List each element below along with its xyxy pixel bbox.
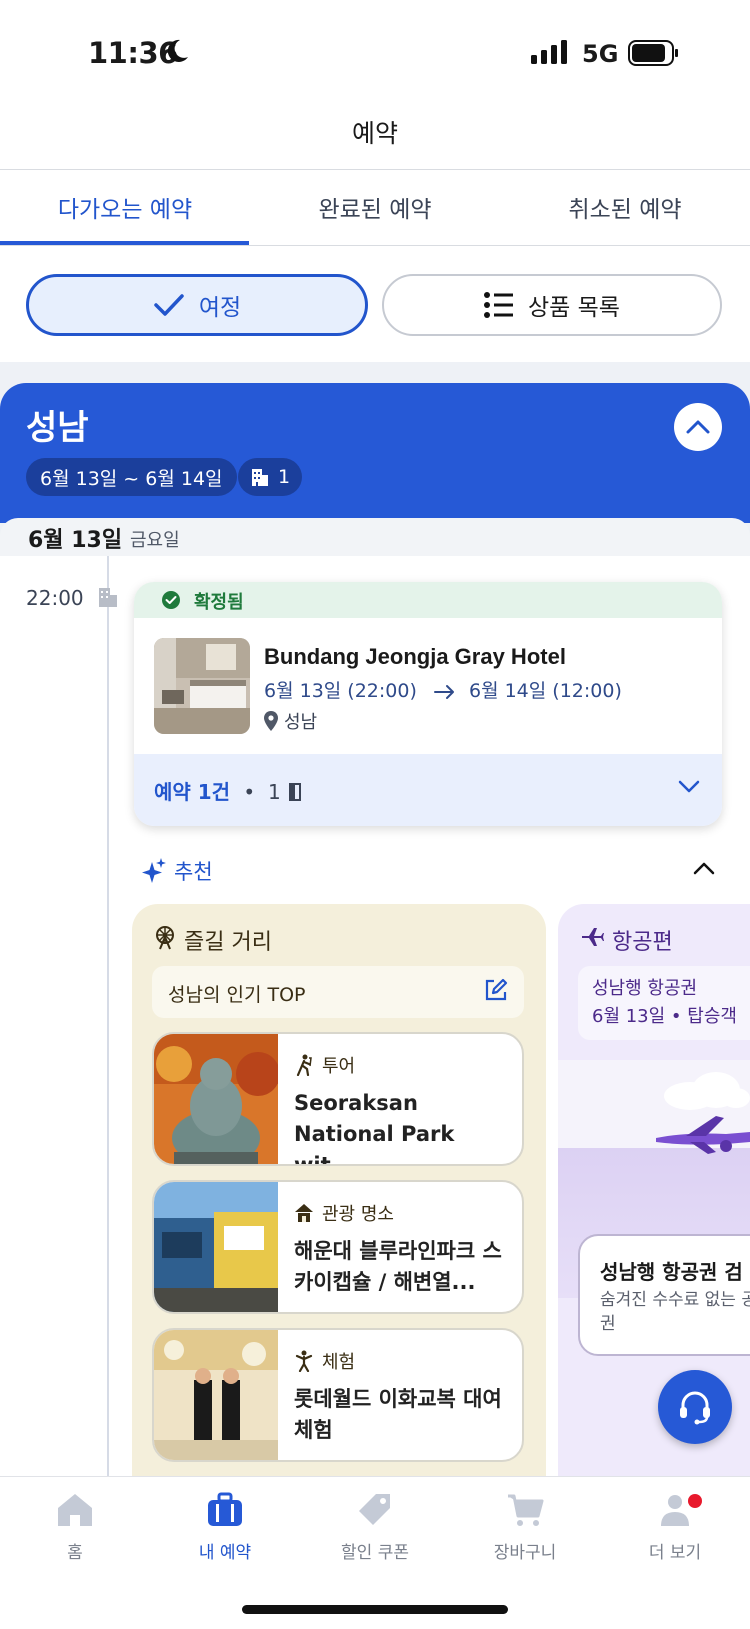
nav-label: 더 보기 xyxy=(648,1543,702,1563)
chevron-down-icon[interactable] xyxy=(677,778,701,794)
hotel-location: 성남 xyxy=(264,708,317,734)
battery-icon xyxy=(628,40,678,66)
divider xyxy=(0,169,750,170)
day-date: 6월 13일 xyxy=(28,528,123,553)
booking-card[interactable]: 확정됨 Bundang Jeongja Gray Hotel 6월 13일 (2… xyxy=(134,582,722,826)
location-pin-icon xyxy=(264,711,278,731)
suitcase-icon xyxy=(208,1492,242,1526)
hotel-count-text: 1 xyxy=(278,466,291,488)
sparkle-icon xyxy=(142,858,166,883)
notification-dot xyxy=(688,1494,702,1508)
edit-icon[interactable] xyxy=(484,978,508,1002)
activity-thumbnail xyxy=(154,1182,278,1312)
nav-my-bookings[interactable]: 내 예약 xyxy=(150,1492,300,1563)
page-title: 예약 xyxy=(351,119,398,148)
experience-icon xyxy=(295,1350,313,1372)
door-icon xyxy=(288,783,301,801)
nav-more[interactable]: 더 보기 xyxy=(600,1492,750,1563)
chevron-up-icon[interactable] xyxy=(692,860,716,876)
hotel-name: Bundang Jeongja Gray Hotel xyxy=(264,644,566,669)
trip-header-card xyxy=(0,383,750,523)
checkin-date: 6월 13일 (22:00) xyxy=(264,680,417,702)
booking-status: 확정됨 xyxy=(194,592,244,613)
nav-label: 장바구니 xyxy=(493,1543,557,1563)
airplane-icon xyxy=(582,928,604,946)
itinerary-toggle-button[interactable]: 여정 xyxy=(26,274,368,336)
activity-category: 체험 xyxy=(294,1348,355,1374)
home-indicator xyxy=(242,1605,508,1614)
headset-icon xyxy=(680,1391,710,1425)
recommend-label: 추천 xyxy=(174,860,213,884)
activity-item[interactable]: 투어 Seoraksan National Park wit... xyxy=(152,1032,524,1166)
activity-category: 투어 xyxy=(294,1052,355,1078)
check-circle-icon xyxy=(162,591,180,609)
tag-icon xyxy=(359,1494,390,1525)
product-list-label: 상품 목록 xyxy=(528,295,620,321)
hotel-thumbnail xyxy=(154,638,250,734)
status-time: 11:36 xyxy=(88,36,178,70)
nav-coupons[interactable]: 할인 쿠폰 xyxy=(300,1492,450,1563)
activity-category-label: 체험 xyxy=(322,1352,356,1373)
activity-item[interactable]: 관광 명소 해운대 블루라인파크 스카이캡슐 / 해변열... xyxy=(152,1180,524,1314)
airplane-illustration-icon xyxy=(656,1116,750,1154)
landmark-icon xyxy=(295,1204,313,1222)
cloud-icon xyxy=(664,1072,750,1110)
activities-title: 즐길 거리 xyxy=(184,930,272,955)
flight-date-passengers: 6월 13일 • 탑승객 xyxy=(592,1006,737,1027)
collapse-trip-button[interactable] xyxy=(674,403,722,451)
flight-destination: 성남행 항공권 xyxy=(592,978,698,999)
network-type: 5G xyxy=(582,40,619,68)
activity-title: 해운대 블루라인파크 스카이캡슐 / 해변열... xyxy=(294,1239,502,1294)
chevron-up-icon xyxy=(686,420,710,434)
checkmark-icon xyxy=(154,294,184,316)
customer-support-button[interactable] xyxy=(658,1370,732,1444)
itinerary-label: 여정 xyxy=(198,295,242,321)
activity-thumbnail xyxy=(154,1034,278,1164)
activity-category-label: 투어 xyxy=(322,1056,356,1077)
activity-category-label: 관광 명소 xyxy=(322,1204,394,1225)
activity-item[interactable]: 체험 롯데월드 이화교복 대여 체험 xyxy=(152,1328,524,1462)
hotel-icon xyxy=(99,588,117,607)
cart-icon xyxy=(508,1494,544,1526)
list-icon xyxy=(484,292,514,318)
nav-home[interactable]: 홈 xyxy=(0,1492,150,1563)
flight-search-subtitle: 숨겨진 수수료 없는 공권 xyxy=(600,1290,750,1334)
nav-label: 내 예약 xyxy=(198,1543,252,1563)
timeline-line xyxy=(107,556,109,1482)
home-icon xyxy=(58,1494,92,1526)
checkout-date: 6월 14일 (12:00) xyxy=(468,680,622,702)
moon-icon xyxy=(167,39,188,62)
flights-title: 항공편 xyxy=(612,930,673,955)
location-text: 성남 xyxy=(284,712,318,733)
trip-date-range-text: 6월 13일 ~ 6월 14일 xyxy=(40,467,223,490)
trip-hotel-count: 1 xyxy=(238,458,303,496)
signal-icon xyxy=(531,40,567,64)
activity-title: 롯데월드 이화교복 대여 체험 xyxy=(294,1387,502,1442)
flight-search-title: 성남행 항공권 검 xyxy=(600,1260,743,1284)
popular-top-label: 성남의 인기 TOP xyxy=(168,984,306,1006)
tab-cancelled[interactable]: 취소된 예약 xyxy=(500,190,750,224)
booking-count: 예약 1건 • 1 xyxy=(154,776,302,805)
booking-time: 22:00 xyxy=(26,586,84,610)
tour-icon xyxy=(296,1054,312,1076)
trip-date-range: 6월 13일 ~ 6월 14일 xyxy=(26,458,237,496)
product-list-toggle-button[interactable]: 상품 목록 xyxy=(382,274,722,336)
tab-upcoming[interactable]: 다가오는 예약 xyxy=(0,190,250,224)
tab-completed[interactable]: 완료된 예약 xyxy=(250,190,500,224)
activity-category: 관광 명소 xyxy=(294,1200,394,1226)
nav-label: 할인 쿠폰 xyxy=(341,1543,409,1563)
trip-city: 성남 xyxy=(26,408,89,448)
booking-count-label: 예약 1건 xyxy=(154,780,231,804)
hotel-icon xyxy=(252,469,268,486)
activity-title: Seoraksan National Park wit... xyxy=(294,1091,455,1166)
activity-thumbnail xyxy=(154,1330,278,1460)
stay-dates: 6월 13일 (22:00) 6월 14일 (12:00) xyxy=(264,676,622,703)
rooms-count: 1 xyxy=(267,780,281,804)
day-weekday: 금요일 xyxy=(130,530,180,551)
nav-label: 홈 xyxy=(67,1543,83,1563)
divider xyxy=(0,245,750,246)
arrow-right-icon xyxy=(433,684,454,699)
ferris-wheel-icon xyxy=(156,926,174,950)
nav-cart[interactable]: 장바구니 xyxy=(450,1492,600,1563)
